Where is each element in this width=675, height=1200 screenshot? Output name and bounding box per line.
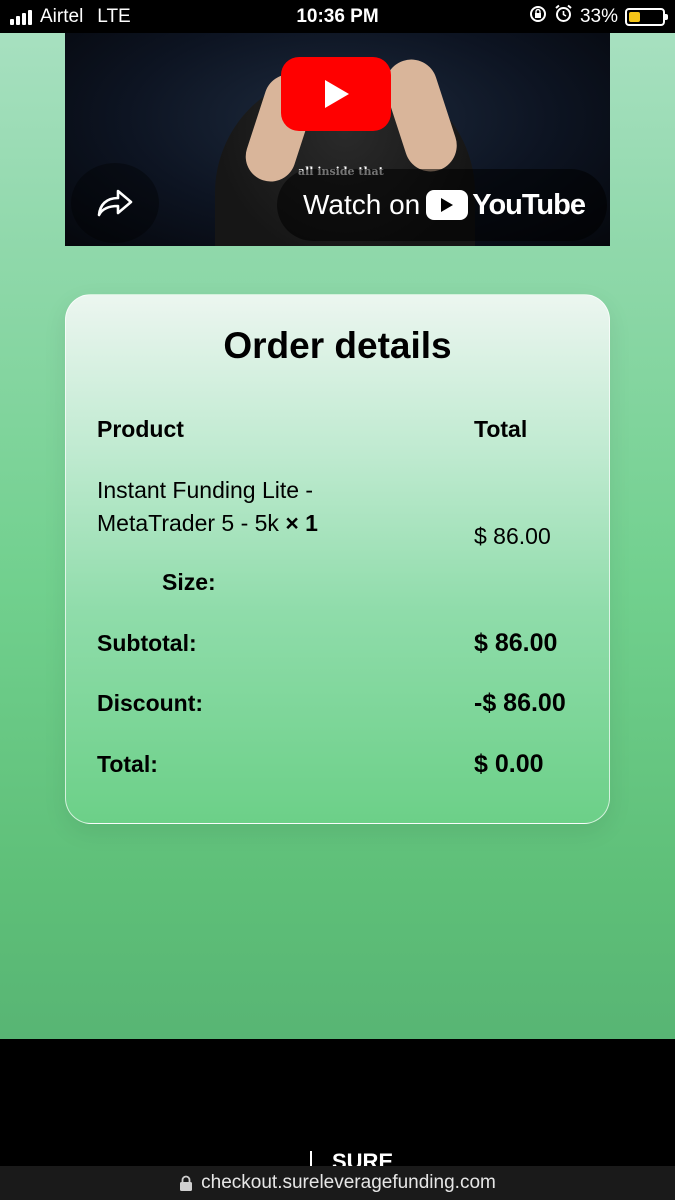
product-quantity: × 1 (285, 510, 318, 536)
size-label: Size: (162, 569, 216, 595)
alarm-icon (554, 4, 573, 29)
lock-icon (180, 1175, 193, 1191)
browser-address-bar[interactable]: checkout.sureleveragefunding.com (0, 1166, 675, 1200)
youtube-logo: YouTube (426, 188, 586, 222)
rotation-lock-icon (529, 5, 547, 29)
product-name-line2: MetaTrader 5 - 5k × 1 (97, 507, 318, 540)
battery-percent: 33% (579, 5, 618, 27)
youtube-wordmark: YouTube (472, 188, 586, 221)
status-left: Airtel LTE (10, 0, 131, 33)
discount-value: -$ 86.00 (474, 689, 566, 717)
youtube-play-icon (426, 190, 469, 220)
order-details-title: Order details (223, 325, 452, 366)
share-button[interactable] (71, 163, 159, 243)
carrier-name: Airtel (40, 5, 84, 27)
product-name-line1: Instant Funding Lite - (97, 477, 314, 503)
signal-strength-icon (10, 9, 32, 25)
site-footer: SURE checkout.sureleveragefunding.com (0, 1039, 675, 1200)
subtotal-value: $ 86.00 (474, 629, 558, 657)
total-label: Total: (97, 751, 158, 777)
battery-icon (625, 7, 668, 26)
play-icon (325, 80, 349, 108)
checkout-page: all inside that Watch on YouTube Order d… (0, 33, 675, 1039)
subtotal-label: Subtotal: (97, 630, 197, 656)
youtube-embed[interactable]: all inside that Watch on YouTube (65, 33, 610, 246)
clock: 10:36 PM (296, 5, 379, 27)
total-value: $ 0.00 (474, 750, 544, 778)
status-right: 33% (529, 0, 668, 33)
discount-label: Discount: (97, 690, 204, 716)
watch-on-youtube-button[interactable]: Watch on YouTube (277, 169, 607, 241)
page-url: checkout.sureleveragefunding.com (201, 1172, 496, 1193)
share-icon (97, 189, 133, 217)
network-type: LTE (97, 5, 131, 27)
watch-on-label: Watch on (303, 189, 421, 220)
product-column-header: Product (97, 416, 184, 442)
play-button[interactable] (281, 57, 391, 131)
product-price: $ 86.00 (474, 523, 551, 549)
order-details-card: Order details Product Total Instant Fund… (65, 294, 610, 824)
product-name-text: MetaTrader 5 - 5k (97, 510, 279, 536)
battery-level-fill (629, 11, 640, 22)
total-column-header: Total (474, 416, 528, 442)
status-bar: Airtel LTE 10:36 PM 33% (0, 0, 675, 33)
